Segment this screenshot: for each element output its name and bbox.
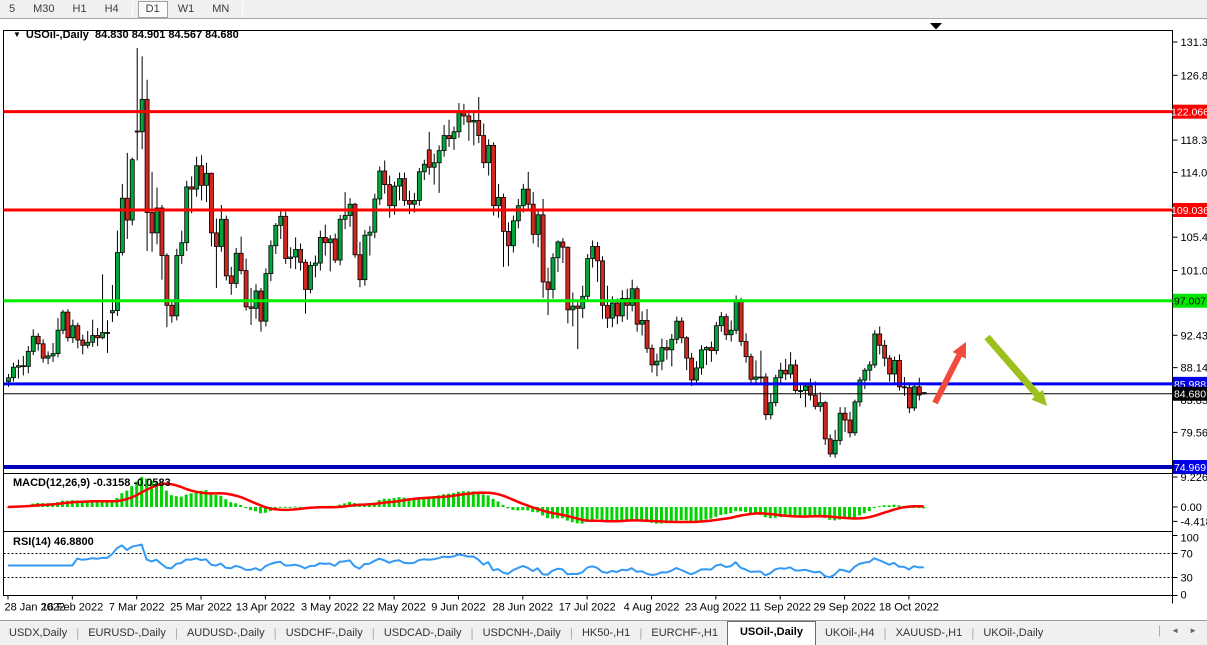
- symbol-tab-audusd-daily[interactable]: AUDUSD-,Daily: [178, 623, 274, 645]
- symbol-tab-hk50-h1[interactable]: HK50-,H1: [573, 623, 639, 645]
- macd-axis-label: 9.2266: [1181, 472, 1207, 484]
- date-tick-label: 16 Feb 2022: [41, 602, 103, 614]
- tab-separator: |: [1158, 620, 1161, 642]
- tab-scroll-right-icon[interactable]: ►: [1189, 626, 1197, 635]
- price-tick-label: 79.560: [1181, 427, 1207, 439]
- price-tick-label: 88.140: [1181, 363, 1207, 375]
- symbol-tab-ukoil-daily[interactable]: UKOil-,Daily: [974, 623, 1052, 645]
- macd-axis[interactable]: 9.2266 0.00 -4.4188: [1173, 472, 1207, 528]
- tab-scroll-controls: | ◄ ►: [1152, 620, 1207, 645]
- date-tick-label: 11 Sep 2022: [749, 602, 811, 614]
- price-badge-text: 109.036: [1171, 205, 1207, 217]
- symbol-tab-ukoil-h4[interactable]: UKOil-,H4: [816, 623, 884, 645]
- date-tick-label: 17 Jul 2022: [559, 602, 616, 614]
- price-axis[interactable]: 131.300 126.880 118.300 114.010 105.430 101.0…: [1171, 37, 1207, 474]
- price-tick-label: 92.430: [1181, 330, 1207, 342]
- price-badge-text: 97.007: [1174, 296, 1206, 308]
- symbol-tab-usdcad-daily[interactable]: USDCAD-,Daily: [375, 623, 471, 645]
- date-tick-label: 7 Mar 2022: [109, 602, 165, 614]
- symbol-tab-usdchf-daily[interactable]: USDCHF-,Daily: [277, 623, 372, 645]
- chart-canvas: 131.300 126.880 118.300 114.010 105.430 101.0…: [0, 19, 1207, 620]
- symbol-tab-eurchf-h1[interactable]: EURCHF-,H1: [642, 623, 727, 645]
- rsi-axis-label: 0: [1181, 590, 1187, 602]
- rsi-axis-label: 70: [1181, 549, 1193, 561]
- date-tick-label: 13 Apr 2022: [236, 602, 295, 614]
- date-tick-label: 4 Aug 2022: [624, 602, 680, 614]
- symbol-tab-usdx-daily[interactable]: USDX,Daily: [0, 623, 76, 645]
- price-badge-text: 84.680: [1174, 389, 1206, 401]
- timeframe-button-w1[interactable]: W1: [170, 1, 203, 18]
- date-tick-label: 3 May 2022: [301, 602, 358, 614]
- chart-region: 131.300 126.880 118.300 114.010 105.430 101.0…: [0, 19, 1207, 620]
- date-tick-label: 25 Mar 2022: [170, 602, 232, 614]
- price-badge-text: 122.066: [1171, 107, 1207, 119]
- macd-axis-label: 0.00: [1181, 502, 1202, 514]
- symbol-tab-eurusd-daily[interactable]: EURUSD-,Daily: [79, 623, 175, 645]
- symbol-tab-usoil-daily[interactable]: USOil-,Daily: [727, 621, 816, 645]
- toolbar-divider: [132, 2, 133, 17]
- symbol-tab-xauusd-h1[interactable]: XAUUSD-,H1: [887, 623, 972, 645]
- last-bar-marker-icon[interactable]: [930, 23, 942, 30]
- date-axis[interactable]: 28 Jan 202216 Feb 20227 Mar 202225 Mar 2…: [5, 596, 1173, 614]
- timeframe-button-d1[interactable]: D1: [138, 1, 168, 18]
- date-tick-label: 9 Jun 2022: [431, 602, 485, 614]
- macd-axis-label: -4.4188: [1181, 516, 1207, 528]
- price-tick-label: 131.300: [1181, 37, 1207, 49]
- rsi-axis[interactable]: 100 70 30 0: [1173, 533, 1199, 602]
- date-tick-label: 29 Sep 2022: [813, 602, 875, 614]
- date-tick-label: 18 Oct 2022: [879, 602, 939, 614]
- date-tick-label: 28 Jun 2022: [493, 602, 554, 614]
- tab-scroll-left-icon[interactable]: ◄: [1171, 626, 1179, 635]
- price-tick-label: 126.880: [1181, 70, 1207, 82]
- timeframe-button-5[interactable]: 5: [1, 1, 23, 18]
- timeframe-toolbar: 5M30H1H4 D1W1MN: [0, 0, 1207, 19]
- macd-panel[interactable]: [4, 474, 1173, 532]
- date-tick-label: 22 May 2022: [362, 602, 426, 614]
- rsi-axis-label: 100: [1181, 533, 1199, 545]
- price-tick-label: 114.010: [1181, 167, 1207, 179]
- mt4-window: 5M30H1H4 D1W1MN 131.300 126.880 118.300 114.…: [0, 0, 1207, 645]
- price-tick-label: 118.300: [1181, 135, 1207, 147]
- symbol-tab-usdcnh-daily[interactable]: USDCNH-,Daily: [474, 623, 570, 645]
- symbol-tab-bar: USDX,Daily|EURUSD-,Daily|AUDUSD-,Daily|U…: [0, 620, 1207, 645]
- timeframe-button-m30[interactable]: M30: [25, 1, 62, 18]
- toolbar-divider: [242, 2, 243, 17]
- date-tick-label: 23 Aug 2022: [685, 602, 747, 614]
- rsi-axis-label: 30: [1181, 573, 1193, 585]
- timeframe-button-h1[interactable]: H1: [65, 1, 95, 18]
- timeframe-button-mn[interactable]: MN: [204, 1, 237, 18]
- timeframe-button-h4[interactable]: H4: [97, 1, 127, 18]
- price-tick-label: 105.430: [1181, 232, 1207, 244]
- price-chart-panel[interactable]: [4, 31, 1173, 474]
- price-tick-label: 101.010: [1181, 266, 1207, 278]
